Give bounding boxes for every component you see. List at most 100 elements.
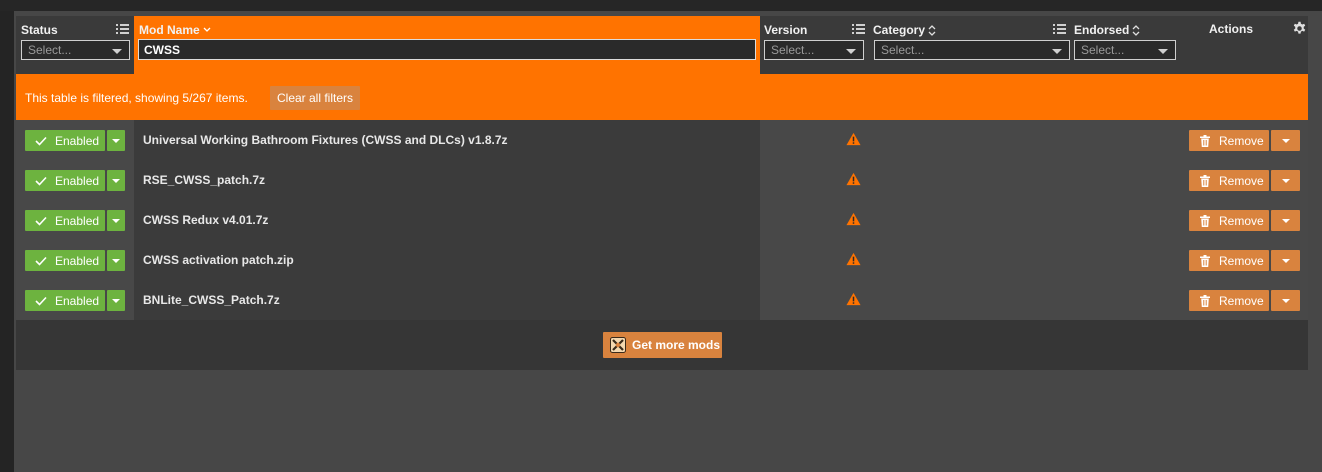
filter-banner-text: This table is filtered, showing 5/267 it… <box>25 91 248 105</box>
remove-dropdown-button[interactable] <box>1271 250 1300 271</box>
filter-banner: This table is filtered, showing 5/267 it… <box>16 74 1308 120</box>
trash-icon <box>1200 294 1210 307</box>
get-more-mods-button[interactable]: Get more mods <box>603 332 722 358</box>
chevron-down-icon <box>846 49 856 54</box>
remove-label: Remove <box>1219 253 1264 268</box>
window-top-edge <box>0 0 1322 11</box>
enabled-toggle-button[interactable]: Enabled <box>25 250 105 271</box>
warning-icon <box>846 172 861 186</box>
enabled-dropdown-button[interactable] <box>107 250 125 271</box>
filter-list-icon[interactable] <box>1053 23 1066 35</box>
remove-button[interactable]: Remove <box>1189 130 1269 151</box>
remove-button[interactable]: Remove <box>1189 250 1269 271</box>
mod-name-cell[interactable]: RSE_CWSS_patch.7z <box>143 173 265 187</box>
chevron-down-icon <box>112 259 120 263</box>
enabled-label: Enabled <box>55 293 100 308</box>
endorsed-filter-select[interactable]: Select... <box>1074 40 1176 60</box>
enabled-dropdown-button[interactable] <box>107 210 125 231</box>
column-mod-name-label: Mod Name <box>139 23 200 37</box>
table-row: Enabled CWSS Redux v4.01.7z Remove <box>16 200 1308 240</box>
table-footer: Get more mods <box>16 320 1308 370</box>
column-category-title[interactable]: Category <box>873 23 936 37</box>
column-category-label: Category <box>873 23 926 37</box>
remove-button[interactable]: Remove <box>1189 170 1269 191</box>
status-filter-placeholder: Select... <box>28 43 72 57</box>
warning-icon <box>846 252 861 266</box>
endorsed-filter-placeholder: Select... <box>1081 43 1125 57</box>
remove-label: Remove <box>1219 293 1264 308</box>
check-icon <box>35 176 47 186</box>
table-row: Enabled BNLite_CWSS_Patch.7z Remove <box>16 280 1308 320</box>
enabled-label: Enabled <box>55 133 100 148</box>
filter-list-icon[interactable] <box>116 23 129 35</box>
remove-dropdown-button[interactable] <box>1271 210 1300 231</box>
trash-icon <box>1200 134 1210 147</box>
enabled-label: Enabled <box>55 213 100 228</box>
chevron-down-icon <box>112 219 120 223</box>
mod-name-cell[interactable]: BNLite_CWSS_Patch.7z <box>143 293 280 307</box>
table-row: Enabled RSE_CWSS_patch.7z Remove <box>16 160 1308 200</box>
trash-icon <box>1200 254 1210 267</box>
chevron-down-icon <box>1282 259 1290 263</box>
chevron-down-icon <box>1282 219 1290 223</box>
mod-name-cell[interactable]: CWSS Redux v4.01.7z <box>143 213 268 227</box>
remove-button[interactable]: Remove <box>1189 210 1269 231</box>
mod-name-cell[interactable]: CWSS activation patch.zip <box>143 253 294 267</box>
column-category: Category Select... <box>870 16 1070 74</box>
version-filter-select[interactable]: Select... <box>764 40 864 60</box>
enabled-label: Enabled <box>55 173 100 188</box>
sort-updown-icon <box>1132 24 1140 36</box>
enabled-toggle-button[interactable]: Enabled <box>25 130 105 151</box>
column-endorsed: Endorsed Select... <box>1070 16 1190 74</box>
get-more-mods-label: Get more mods <box>632 338 721 352</box>
check-icon <box>35 296 47 306</box>
chevron-down-icon <box>112 139 120 143</box>
check-icon <box>35 216 47 226</box>
window-edge <box>0 0 14 472</box>
column-mod-name-title[interactable]: Mod Name <box>139 23 211 37</box>
clear-all-filters-button[interactable]: Clear all filters <box>270 86 361 110</box>
sort-updown-icon <box>928 24 936 36</box>
remove-label: Remove <box>1219 213 1264 228</box>
column-version-title[interactable]: Version <box>764 23 807 37</box>
table-header: Status Select... Mod Name Version <box>16 16 1308 74</box>
nexus-logo-icon <box>610 337 626 353</box>
chevron-down-icon <box>112 49 122 54</box>
remove-dropdown-button[interactable] <box>1271 130 1300 151</box>
warning-icon <box>846 292 861 306</box>
column-endorsed-title[interactable]: Endorsed <box>1074 23 1140 37</box>
table-body: Enabled Universal Working Bathroom Fixtu… <box>16 120 1308 320</box>
warning-icon <box>846 132 861 146</box>
enabled-toggle-button[interactable]: Enabled <box>25 290 105 311</box>
remove-dropdown-button[interactable] <box>1271 290 1300 311</box>
chevron-down-icon <box>1052 49 1062 54</box>
column-version-label: Version <box>764 23 808 37</box>
gear-icon[interactable] <box>1292 21 1307 36</box>
remove-button[interactable]: Remove <box>1189 290 1269 311</box>
column-actions: Actions <box>1190 16 1308 74</box>
check-icon <box>35 136 47 146</box>
enabled-label: Enabled <box>55 253 100 268</box>
column-status-title[interactable]: Status <box>21 23 58 37</box>
status-filter-select[interactable]: Select... <box>21 40 130 60</box>
remove-label: Remove <box>1219 133 1264 148</box>
enabled-dropdown-button[interactable] <box>107 170 125 191</box>
category-filter-select[interactable]: Select... <box>874 40 1070 60</box>
mod-name-cell[interactable]: Universal Working Bathroom Fixtures (CWS… <box>143 133 508 147</box>
column-actions-label: Actions <box>1209 22 1254 36</box>
chevron-down-icon <box>112 299 120 303</box>
trash-icon <box>1200 174 1210 187</box>
column-endorsed-label: Endorsed <box>1074 23 1130 37</box>
category-filter-placeholder: Select... <box>881 43 925 57</box>
enabled-dropdown-button[interactable] <box>107 130 125 151</box>
enabled-toggle-button[interactable]: Enabled <box>25 170 105 191</box>
remove-dropdown-button[interactable] <box>1271 170 1300 191</box>
enabled-toggle-button[interactable]: Enabled <box>25 210 105 231</box>
chevron-down-icon <box>203 27 211 32</box>
remove-label: Remove <box>1219 173 1264 188</box>
warning-icon <box>846 212 861 226</box>
filter-list-icon[interactable] <box>852 23 865 35</box>
column-status-label: Status <box>21 23 58 37</box>
mod-name-filter-input[interactable] <box>138 39 756 60</box>
enabled-dropdown-button[interactable] <box>107 290 125 311</box>
